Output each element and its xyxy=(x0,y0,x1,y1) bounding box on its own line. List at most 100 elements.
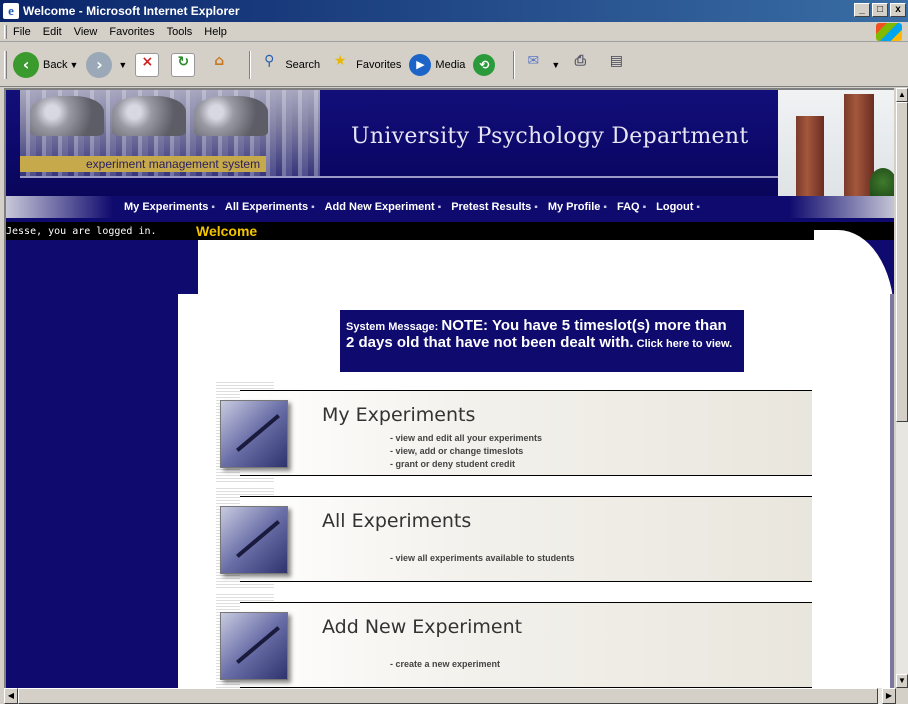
menu-edit[interactable]: Edit xyxy=(43,26,62,38)
card-items: - create a new experiment xyxy=(390,658,500,671)
toolbar-grip xyxy=(4,50,7,79)
search-label: Search xyxy=(285,58,321,71)
add-new-experiment-card[interactable]: Add New Experiment - create a new experi… xyxy=(216,594,812,688)
favorites-button[interactable]: ★ Favorites xyxy=(328,52,402,77)
windows-logo-icon xyxy=(876,23,902,41)
system-message-box: System Message: NOTE: You have 5 timeslo… xyxy=(340,310,744,372)
menu-tools[interactable]: Tools xyxy=(167,26,193,38)
login-status: Jesse, you are logged in. xyxy=(6,225,157,237)
card-title[interactable]: My Experiments xyxy=(322,404,475,426)
main-nav: My Experiments ▪ All Experiments ▪ Add New… xyxy=(6,196,894,218)
column-capital-image xyxy=(112,96,186,136)
scroll-left-arrow-icon[interactable]: ◀ xyxy=(4,688,18,704)
back-arrow-icon: ‹ xyxy=(13,51,39,78)
ie-logo-icon: e xyxy=(3,3,19,19)
column-capital-image xyxy=(30,96,104,136)
scroll-down-arrow-icon[interactable]: ▼ xyxy=(896,674,908,688)
window-title: Welcome - Microsoft Internet Explorer xyxy=(23,4,240,18)
left-tower-image xyxy=(796,116,824,196)
banner-rule xyxy=(20,176,780,178)
list-item: - view all experiments available to stud… xyxy=(390,553,575,563)
browser-viewport: experiment management system University … xyxy=(4,88,894,688)
main-content: System Message: NOTE: You have 5 timeslo… xyxy=(178,294,890,688)
mail-icon: ✉ xyxy=(527,52,540,69)
list-item: - grant or deny student credit xyxy=(390,459,516,469)
nav-add-new-experiment[interactable]: Add New Experiment ▪ xyxy=(325,201,442,213)
media-label: Media xyxy=(435,58,466,71)
horizontal-scroll-thumb[interactable] xyxy=(18,688,878,704)
menu-help[interactable]: Help xyxy=(204,26,227,38)
tree-image xyxy=(870,168,894,196)
forward-button[interactable]: › ▼ xyxy=(86,51,127,78)
minimize-button[interactable]: _ xyxy=(854,3,870,17)
card-title[interactable]: All Experiments xyxy=(322,510,471,532)
search-button[interactable]: ⚲ Search xyxy=(257,53,320,77)
maximize-button[interactable]: □ xyxy=(872,3,888,17)
toolbar-separator xyxy=(249,50,252,79)
menu-grip xyxy=(4,24,7,39)
list-item: - view, add or change timeslots xyxy=(390,446,524,456)
toolbar-separator xyxy=(513,50,516,79)
stop-icon: × xyxy=(135,52,160,77)
window-controls: _ □ x xyxy=(854,3,906,17)
nav-pretest-results[interactable]: Pretest Results ▪ xyxy=(451,201,538,213)
refresh-button[interactable]: ↻ xyxy=(171,52,199,77)
edit-button[interactable]: ▤ xyxy=(604,53,632,77)
hand-writing-image xyxy=(220,612,288,680)
all-experiments-card[interactable]: All Experiments - view all experiments a… xyxy=(216,488,812,588)
favorites-star-icon: ★ xyxy=(333,52,347,69)
card-background xyxy=(240,602,812,688)
menu-file[interactable]: File xyxy=(13,26,31,38)
building-image xyxy=(778,90,894,196)
back-dropdown-icon[interactable]: ▼ xyxy=(69,60,78,70)
stop-button[interactable]: × xyxy=(135,52,163,77)
header-curve-corner xyxy=(814,230,894,350)
forward-dropdown-icon[interactable]: ▼ xyxy=(118,60,127,70)
favorites-label: Favorites xyxy=(356,58,402,71)
window-titlebar: e Welcome - Microsoft Internet Explorer … xyxy=(0,0,908,22)
my-experiments-card[interactable]: My Experiments - view and edit all your … xyxy=(216,382,812,482)
system-name-band: experiment management system xyxy=(20,156,266,172)
history-button[interactable]: ⟲ xyxy=(473,53,499,76)
back-label: Back xyxy=(43,58,68,71)
browser-toolbar: ‹ Back ▼ › ▼ × ↻ ⌂ ⚲ Search ★ Favorites … xyxy=(0,43,908,87)
refresh-icon: ↻ xyxy=(171,52,196,77)
close-button[interactable]: x xyxy=(890,3,906,17)
media-button[interactable]: ▶ Media xyxy=(409,53,466,76)
menu-favorites[interactable]: Favorites xyxy=(109,26,154,38)
vertical-scroll-thumb[interactable] xyxy=(896,102,908,422)
system-message-prefix: System Message: xyxy=(346,321,439,333)
history-icon: ⟲ xyxy=(473,53,496,76)
papers-stack-image xyxy=(220,506,288,574)
scroll-up-arrow-icon[interactable]: ▲ xyxy=(896,88,908,102)
nav-my-profile[interactable]: My Profile ▪ xyxy=(548,201,607,213)
card-background xyxy=(240,496,812,582)
search-icon: ⚲ xyxy=(264,52,275,69)
department-title: University Psychology Department xyxy=(351,124,749,149)
nav-my-experiments[interactable]: My Experiments ▪ xyxy=(124,201,215,213)
home-button[interactable]: ⌂ xyxy=(207,53,235,77)
site-banner: experiment management system University … xyxy=(6,90,894,196)
scroll-right-arrow-icon[interactable]: ▶ xyxy=(882,688,896,704)
vertical-scrollbar[interactable]: ▲ ▼ xyxy=(896,88,908,688)
back-button[interactable]: ‹ Back ▼ xyxy=(13,51,78,78)
left-sidebar xyxy=(6,240,178,688)
card-title[interactable]: Add New Experiment xyxy=(322,616,522,638)
mail-dropdown-icon[interactable]: ▼ xyxy=(551,60,560,70)
content-right-border xyxy=(890,294,894,688)
nav-logout[interactable]: Logout ▪ xyxy=(656,201,700,213)
menu-view[interactable]: View xyxy=(74,26,98,38)
column-capital-image xyxy=(194,96,268,136)
page-title: Welcome xyxy=(196,223,258,239)
nav-faq[interactable]: FAQ ▪ xyxy=(617,201,646,213)
horizontal-scrollbar[interactable]: ◀ ▶ xyxy=(4,688,896,704)
print-icon: ⎙ xyxy=(574,52,586,69)
nav-all-experiments[interactable]: All Experiments ▪ xyxy=(225,201,315,213)
status-bar: Jesse, you are logged in. Welcome xyxy=(6,222,894,240)
pen-document-image xyxy=(220,400,288,468)
print-button[interactable]: ⎙ xyxy=(568,53,596,77)
forward-arrow-icon: › xyxy=(86,51,113,78)
view-timeslots-link[interactable]: Click here to view. xyxy=(637,338,733,350)
mail-button[interactable]: ✉ ▼ xyxy=(521,52,561,77)
media-icon: ▶ xyxy=(409,53,432,76)
